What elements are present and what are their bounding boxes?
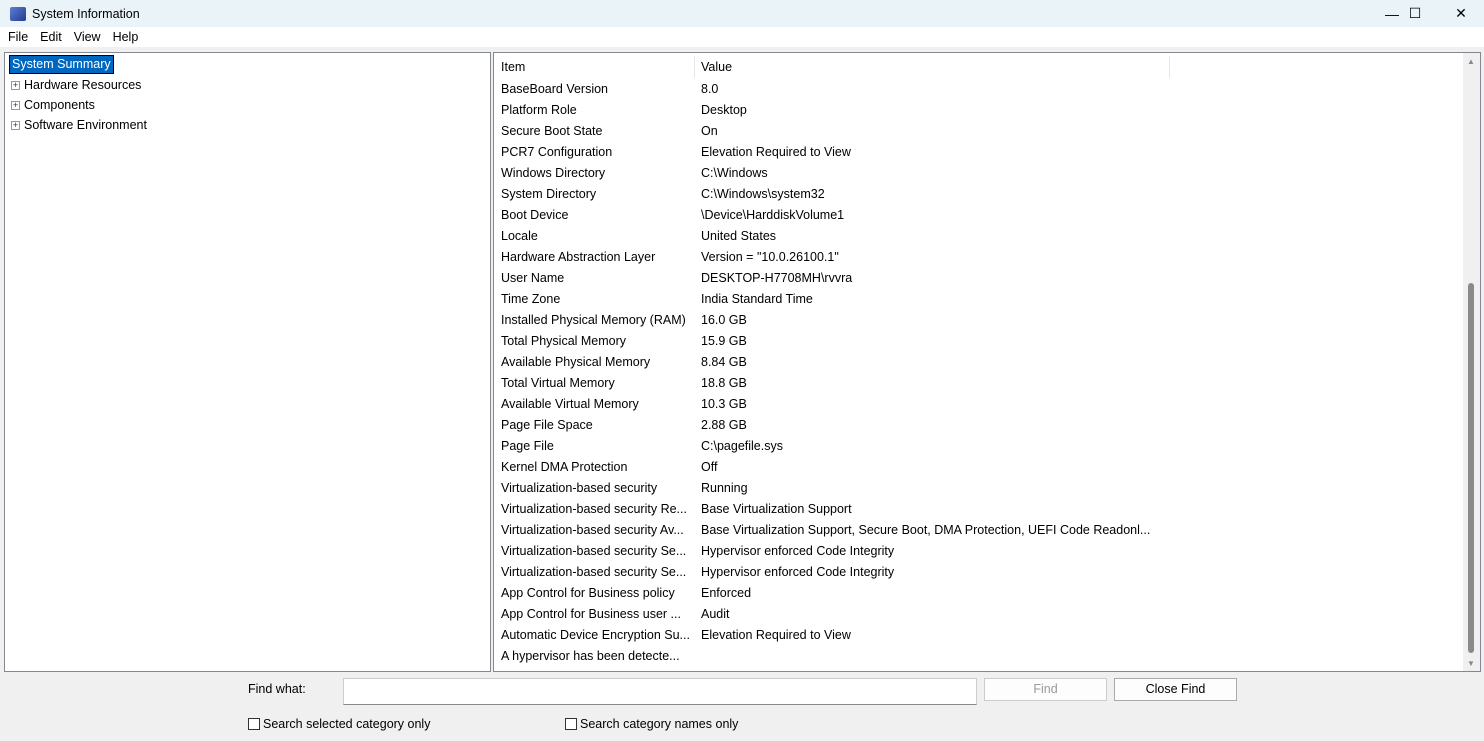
value-cell: 8.0: [701, 82, 719, 96]
tree-item-components[interactable]: + Components: [11, 96, 95, 114]
search-category-names-checkbox[interactable]: Search category names only: [565, 717, 738, 731]
item-cell: Windows Directory: [501, 166, 606, 180]
item-cell: Hardware Abstraction Layer: [501, 250, 656, 264]
find-input[interactable]: [343, 678, 977, 705]
value-cell: C:\Windows: [701, 166, 768, 180]
item-cell: Locale: [501, 229, 538, 243]
value-cell: 10.3 GB: [701, 397, 747, 411]
column-divider[interactable]: [1169, 56, 1170, 78]
scroll-up-icon[interactable]: ▲: [1467, 57, 1475, 66]
value-cell: DESKTOP-H7708MH\rvvra: [701, 271, 853, 285]
value-cell: India Standard Time: [701, 292, 813, 306]
item-cell: Available Physical Memory: [501, 355, 651, 369]
item-cell: App Control for Business policy: [501, 586, 675, 600]
window-title: System Information: [32, 6, 140, 21]
title-bar: System Information — ☐ ✕: [0, 0, 1484, 27]
value-cell: \Device\HarddiskVolume1: [701, 208, 845, 222]
details-list[interactable]: Item Value BaseBoard Version 8.0 Platform …: [493, 52, 1481, 672]
item-cell: Installed Physical Memory (RAM): [501, 313, 686, 327]
expand-icon[interactable]: +: [11, 80, 20, 90]
checkbox-icon[interactable]: [248, 718, 260, 730]
value-cell: Version = "10.0.26100.1": [701, 250, 839, 264]
item-cell: Time Zone: [501, 292, 561, 306]
category-tree[interactable]: System Summary + Hardware Resources + Comp…: [4, 52, 491, 672]
value-cell: 18.8 GB: [701, 376, 747, 390]
find-what-label: Find what:: [248, 682, 306, 696]
item-cell: Secure Boot State: [501, 124, 603, 138]
tree-label: Software Environment: [24, 118, 147, 132]
item-cell: Virtualization-based security Se...: [501, 544, 687, 558]
menu-file[interactable]: File: [8, 30, 28, 44]
checkbox-label: Search category names only: [580, 717, 739, 731]
expand-icon[interactable]: +: [11, 120, 20, 130]
search-selected-category-checkbox[interactable]: Search selected category only: [248, 717, 430, 731]
item-cell: Boot Device: [501, 208, 569, 222]
tree-item-software-environment[interactable]: + Software Environment: [11, 116, 147, 134]
tree-item-hardware-resources[interactable]: + Hardware Resources: [11, 76, 141, 94]
item-cell: Virtualization-based security Se...: [501, 565, 687, 579]
value-cell: On: [701, 124, 718, 138]
item-cell: A hypervisor has been detecte...: [501, 649, 680, 663]
value-cell: C:\Windows\system32: [701, 187, 825, 201]
value-cell: 15.9 GB: [701, 334, 747, 348]
item-cell: Page File Space: [501, 418, 593, 432]
menu-help[interactable]: Help: [113, 30, 139, 44]
value-cell: Running: [701, 481, 748, 495]
column-divider[interactable]: [694, 56, 695, 78]
checkbox-icon[interactable]: [565, 718, 577, 730]
value-cell: Desktop: [701, 103, 747, 117]
item-cell: System Directory: [501, 187, 597, 201]
item-cell: Virtualization-based security Av...: [501, 523, 684, 537]
scroll-down-icon[interactable]: ▼: [1467, 659, 1475, 668]
tree-label: Components: [24, 98, 95, 112]
value-cell: Hypervisor enforced Code Integrity: [701, 565, 895, 579]
close-find-button[interactable]: Close Find: [1114, 678, 1237, 701]
value-cell: Base Virtualization Support: [701, 502, 852, 516]
scrollbar-thumb[interactable]: [1468, 283, 1474, 653]
value-cell: 16.0 GB: [701, 313, 747, 327]
maximize-button[interactable]: ☐: [1392, 0, 1438, 27]
value-cell: Hypervisor enforced Code Integrity: [701, 544, 895, 558]
menu-view[interactable]: View: [74, 30, 101, 44]
menu-edit[interactable]: Edit: [40, 30, 62, 44]
menu-bar: File Edit View Help: [0, 27, 1484, 47]
item-cell: Total Physical Memory: [501, 334, 627, 348]
item-cell: Page File: [501, 439, 554, 453]
item-cell: BaseBoard Version: [501, 82, 609, 96]
find-button[interactable]: Find: [984, 678, 1107, 701]
close-button[interactable]: ✕: [1438, 0, 1484, 27]
value-cell: Off: [701, 460, 718, 474]
item-cell: PCR7 Configuration: [501, 145, 613, 159]
item-cell: App Control for Business user ...: [501, 607, 681, 621]
expand-icon[interactable]: +: [11, 100, 20, 110]
value-cell: United States: [701, 229, 777, 243]
item-cell: Available Virtual Memory: [501, 397, 639, 411]
item-cell: Total Virtual Memory: [501, 376, 615, 390]
vertical-scrollbar[interactable]: ▲ ▼: [1463, 53, 1480, 671]
tree-label: Hardware Resources: [24, 78, 142, 92]
value-cell: 8.84 GB: [701, 355, 747, 369]
item-cell: Automatic Device Encryption Su...: [501, 628, 690, 642]
value-cell: Enforced: [701, 586, 752, 600]
item-cell: Virtualization-based security Re...: [501, 502, 687, 516]
value-cell: 2.88 GB: [701, 418, 747, 432]
value-cell: C:\pagefile.sys: [701, 439, 783, 453]
item-cell: Kernel DMA Protection: [501, 460, 628, 474]
value-cell: Base Virtualization Support, Secure Boot…: [701, 523, 1151, 537]
item-cell: User Name: [501, 271, 565, 285]
list-header: Item Value: [494, 53, 1464, 79]
column-header-item[interactable]: Item: [501, 60, 525, 74]
value-cell: Elevation Required to View: [701, 145, 851, 159]
value-cell: Elevation Required to View: [701, 628, 851, 642]
value-cell: Audit: [701, 607, 730, 621]
checkbox-label: Search selected category only: [263, 717, 431, 731]
tree-item-system-summary[interactable]: System Summary: [9, 55, 114, 74]
item-cell: Virtualization-based security: [501, 481, 658, 495]
app-icon: [10, 6, 26, 21]
item-cell: Platform Role: [501, 103, 577, 117]
column-header-value[interactable]: Value: [701, 60, 732, 74]
